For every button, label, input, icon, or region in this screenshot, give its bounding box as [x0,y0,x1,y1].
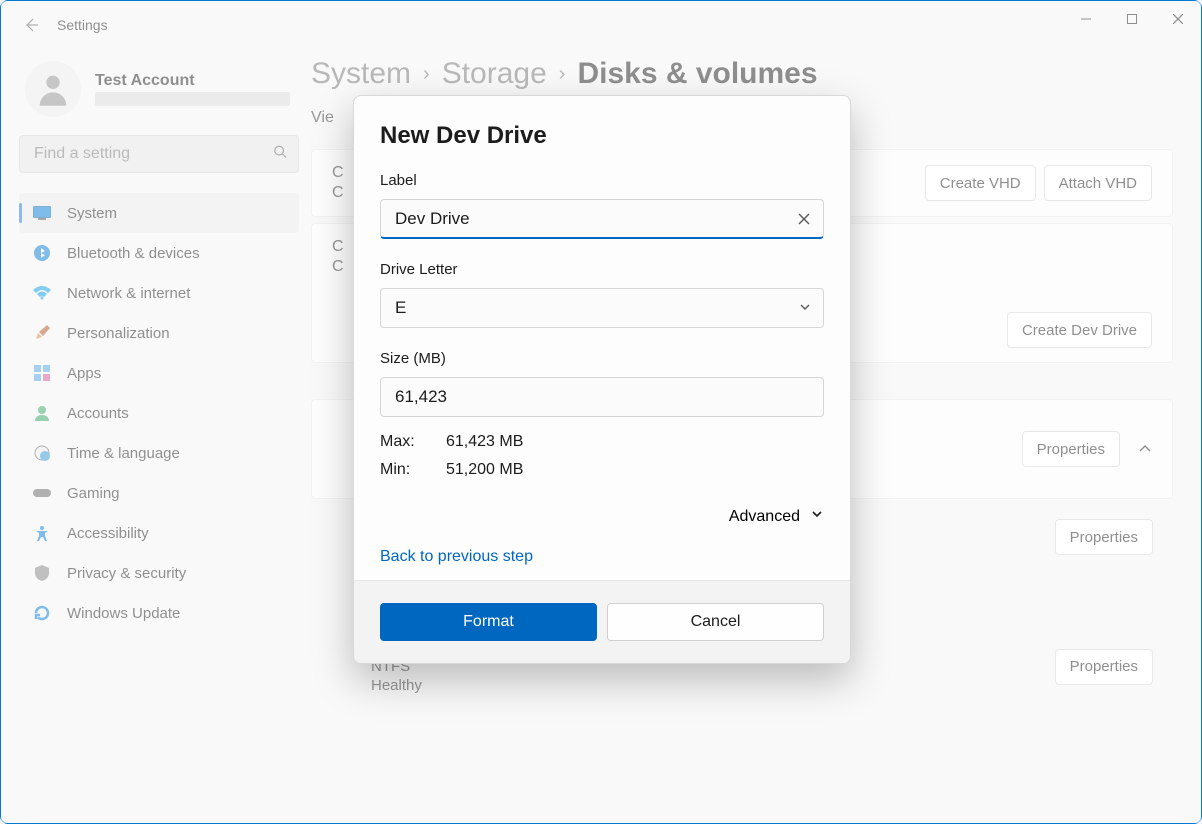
advanced-label: Advanced [729,508,800,526]
chevron-down-icon [799,298,811,318]
max-value: 61,423 MB [446,433,824,451]
label-input[interactable] [380,199,824,239]
back-to-previous-link[interactable]: Back to previous step [380,548,533,565]
label-caption: Label [380,172,824,189]
drive-letter-select[interactable]: E [380,288,824,328]
format-button[interactable]: Format [380,603,597,641]
new-dev-drive-dialog: New Dev Drive Label Drive Letter E [353,95,851,664]
cancel-button[interactable]: Cancel [607,603,824,641]
min-caption: Min: [380,461,446,479]
min-value: 51,200 MB [446,461,824,479]
size-caption: Size (MB) [380,350,824,367]
chevron-down-icon [810,507,824,526]
advanced-expander[interactable]: Advanced [380,507,824,526]
dialog-title: New Dev Drive [380,122,824,150]
drive-letter-value: E [395,298,406,318]
max-caption: Max: [380,433,446,451]
size-limits: Max: 61,423 MB Min: 51,200 MB [380,433,824,479]
clear-input-button[interactable] [794,209,814,229]
size-input[interactable] [380,377,824,417]
drive-letter-caption: Drive Letter [380,261,824,278]
dialog-footer: Format Cancel [354,580,850,663]
settings-window: Settings Test Account [0,0,1202,824]
